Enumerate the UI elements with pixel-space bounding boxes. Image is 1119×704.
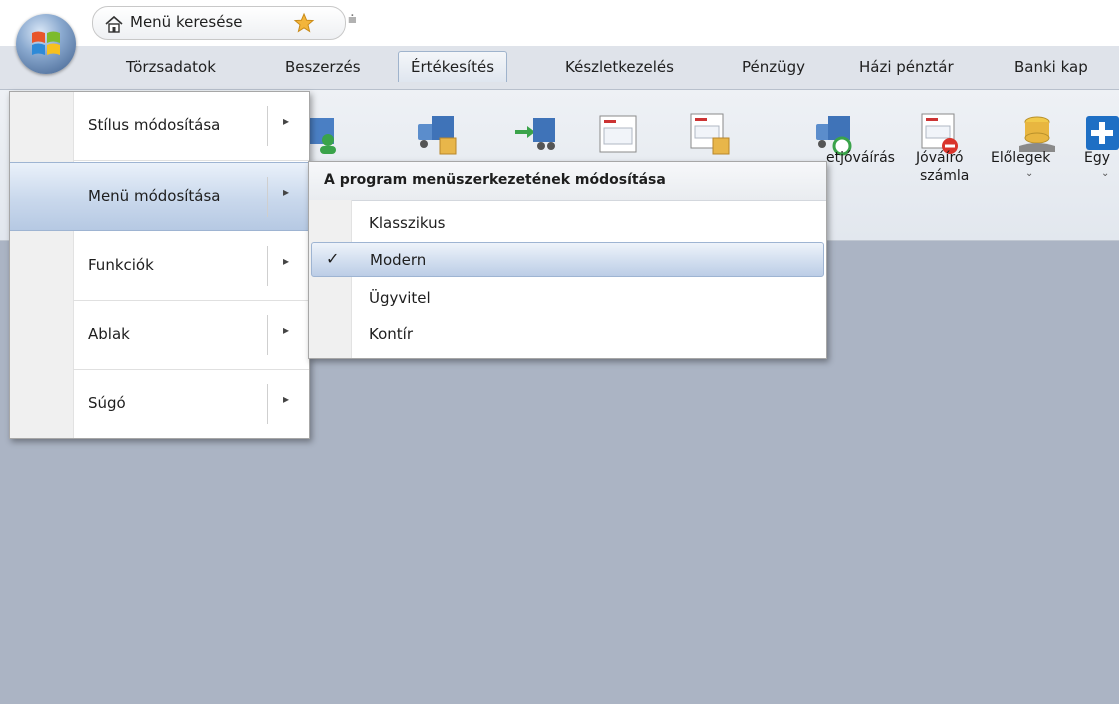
other-label[interactable]: Egy — [1084, 150, 1110, 166]
split-divider — [267, 177, 268, 217]
submenu-item-kontir[interactable]: Kontír — [311, 317, 824, 352]
submenu-header-title: A program menüszerkezetének módosítása — [324, 172, 666, 188]
submenu-header: A program menüszerkezetének módosítása — [309, 162, 826, 201]
split-divider — [267, 384, 268, 424]
split-divider — [267, 106, 268, 146]
tab-ertekesites[interactable]: Értékesítés — [398, 51, 508, 82]
menu-item-label: Funkciók — [88, 256, 154, 274]
tab-banki-kapcsolat[interactable]: Banki kap — [1014, 52, 1088, 82]
application-orb-button[interactable] — [16, 14, 76, 74]
submenu-arrow-icon[interactable]: ▸ — [283, 185, 289, 199]
menu-search-label[interactable]: Menü keresése — [130, 13, 243, 31]
delivery-truck-box-icon[interactable] — [414, 112, 458, 158]
submenu-arrow-icon[interactable]: ▸ — [283, 323, 289, 337]
menu-item-label: Súgó — [88, 394, 126, 412]
submenu-arrow-icon[interactable]: ▸ — [283, 254, 289, 268]
menu-item-stilus[interactable]: Stílus módosítása ▸ — [10, 92, 309, 161]
split-divider — [267, 315, 268, 355]
submenu-item-label: Kontír — [369, 325, 413, 343]
submenu-item-modern[interactable]: ✓ Modern — [311, 242, 824, 277]
menu-item-sugo[interactable]: Súgó ▸ — [10, 370, 309, 439]
split-divider — [267, 246, 268, 286]
credit-partial-label[interactable]: etjóváírás — [826, 150, 895, 166]
submenu-item-label: Modern — [370, 251, 427, 269]
tab-beszerzes[interactable]: Beszerzés — [285, 52, 361, 82]
menu-structure-submenu: A program menüszerkezetének módosítása K… — [308, 161, 827, 359]
ribbon-tab-bar: Törzsadatok Beszerzés Értékesítés Készle… — [0, 46, 1119, 90]
checkmark-icon: ✓ — [326, 249, 340, 268]
tab-hazi-penztar[interactable]: Házi pénztár — [859, 52, 954, 82]
menu-item-menu-modositasa[interactable]: Menü módosítása ▸ — [10, 162, 309, 231]
submenu-item-label: Klasszikus — [369, 214, 446, 232]
menu-item-label: Menü módosítása — [88, 187, 221, 205]
advances-dropdown-icon[interactable]: ⌄ — [1025, 168, 1033, 179]
customize-qat-button[interactable]: ⩧ — [348, 10, 357, 28]
tab-penzugy[interactable]: Pénzügy — [742, 52, 805, 82]
tab-torzsadatok[interactable]: Törzsadatok — [126, 52, 216, 82]
menu-item-funkciok[interactable]: Funkciók ▸ — [10, 232, 309, 301]
menu-item-label: Stílus módosítása — [88, 116, 221, 134]
application-menu: Stílus módosítása ▸ Menü módosítása ▸ Fu… — [9, 91, 310, 439]
other-dropdown-icon[interactable]: ⌄ — [1101, 168, 1109, 179]
submenu-item-klasszikus[interactable]: Klasszikus — [311, 206, 824, 241]
submenu-item-label: Ügyvitel — [369, 289, 431, 307]
menu-divider — [73, 160, 309, 161]
credit-invoice-label-line2[interactable]: számla — [920, 168, 969, 184]
menu-item-label: Ablak — [88, 325, 130, 343]
delivery-transfer-icon[interactable] — [513, 112, 557, 158]
advances-label[interactable]: Előlegek — [991, 150, 1050, 166]
submenu-arrow-icon[interactable]: ▸ — [283, 392, 289, 406]
menu-item-ablak[interactable]: Ablak ▸ — [10, 301, 309, 370]
home-icon[interactable] — [104, 15, 124, 33]
windows-logo-icon — [32, 31, 60, 55]
invoice-icon[interactable] — [596, 112, 640, 158]
submenu-arrow-icon[interactable]: ▸ — [283, 114, 289, 128]
submenu-item-ugyvitel[interactable]: Ügyvitel — [311, 281, 824, 316]
invoice-box-icon[interactable] — [687, 112, 731, 158]
credit-invoice-label-line1[interactable]: Jóváíró — [916, 150, 963, 166]
favorites-star-icon[interactable] — [293, 12, 315, 34]
quick-access-toolbar: Menü keresése ⩧ — [0, 0, 1119, 45]
tab-keszletkezeles[interactable]: Készletkezelés — [565, 52, 674, 82]
